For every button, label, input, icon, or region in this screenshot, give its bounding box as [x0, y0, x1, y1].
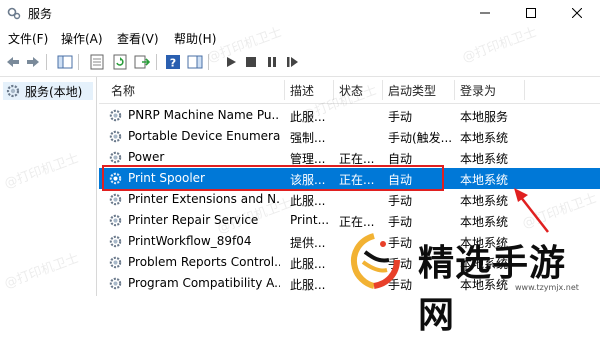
red-arrow-icon	[514, 188, 549, 233]
highlight-box	[102, 165, 444, 191]
brand-url: www.tzymjx.net	[515, 283, 579, 292]
brand-logo-icon	[351, 233, 400, 289]
